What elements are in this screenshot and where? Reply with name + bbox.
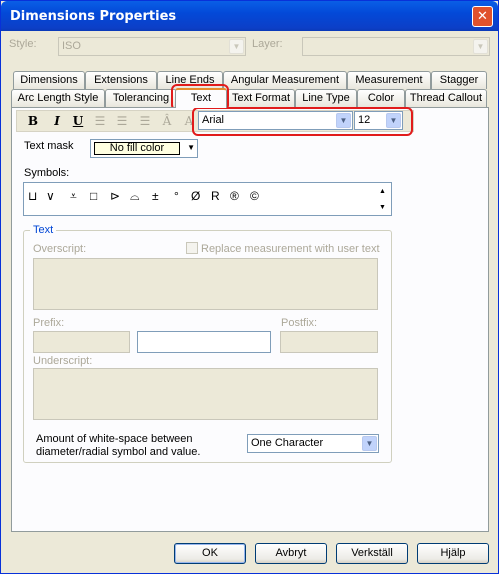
underscript-input[interactable] bbox=[33, 368, 378, 420]
text-mask-picker[interactable]: No fill color ▼ bbox=[90, 139, 198, 158]
whitespace-value: One Character bbox=[251, 437, 324, 449]
chevron-down-icon: ▼ bbox=[473, 39, 488, 54]
style-value: ISO bbox=[62, 40, 81, 52]
style-label: Style: bbox=[9, 38, 37, 50]
whitespace-label-2: diameter/radial symbol and value. bbox=[36, 446, 201, 458]
prefix-label: Prefix: bbox=[33, 317, 65, 329]
title-bar[interactable]: Dimensions Properties ✕ bbox=[1, 1, 498, 31]
symbol-item[interactable]: ⌓ bbox=[130, 189, 140, 204]
tab-line-type[interactable]: Line Type bbox=[295, 89, 357, 107]
replace-checkbox[interactable] bbox=[186, 242, 198, 254]
help-button[interactable]: Hjälp bbox=[417, 543, 489, 564]
align-center-icon[interactable]: ☰ bbox=[114, 113, 130, 129]
close-button[interactable]: ✕ bbox=[472, 6, 493, 27]
tab-stagger[interactable]: Stagger bbox=[431, 71, 487, 89]
symbol-item[interactable]: R bbox=[211, 189, 220, 203]
symbols-label: Symbols: bbox=[24, 167, 70, 179]
tab-text-format[interactable]: Text Format bbox=[227, 89, 295, 107]
postfix-input[interactable] bbox=[280, 331, 378, 353]
symbol-item[interactable]: ∨ bbox=[46, 189, 55, 203]
replace-label: Replace measurement with user text bbox=[201, 243, 380, 255]
symbol-item[interactable]: ⊳ bbox=[110, 189, 120, 203]
underline-icon[interactable]: U bbox=[70, 113, 86, 129]
align-left-icon[interactable]: ☰ bbox=[92, 113, 108, 129]
text-size-icon[interactable]: Â bbox=[159, 113, 175, 129]
symbol-item[interactable]: □ bbox=[90, 189, 97, 203]
tab-dimensions[interactable]: Dimensions bbox=[13, 71, 85, 89]
layer-select[interactable]: ▼ bbox=[302, 37, 490, 56]
chevron-down-icon: ▼ bbox=[362, 436, 377, 451]
dialog-window: Dimensions Properties ✕ Style: ISO ▼ Lay… bbox=[0, 0, 499, 574]
symbol-item[interactable]: Ø bbox=[191, 189, 200, 203]
underscript-label: Underscript: bbox=[33, 355, 93, 367]
symbol-item[interactable]: ± bbox=[152, 189, 159, 203]
symbol-item[interactable]: ⊔ bbox=[28, 189, 37, 203]
ok-button[interactable]: OK bbox=[174, 543, 246, 564]
symbol-item[interactable]: © bbox=[250, 189, 259, 203]
bold-icon[interactable]: B bbox=[25, 113, 41, 129]
symbol-item[interactable]: ® bbox=[230, 189, 239, 203]
tab-arc-length-style[interactable]: Arc Length Style bbox=[11, 89, 105, 107]
align-right-icon[interactable]: ☰ bbox=[137, 113, 153, 129]
tab-color[interactable]: Color bbox=[357, 89, 405, 107]
symbols-list[interactable]: ⊔ ∨ ⩡ □ ⊳ ⌓ ± ° Ø R ® © ▲ ▼ bbox=[23, 182, 392, 216]
text-mask-value: No fill color bbox=[94, 142, 180, 155]
prefix-input[interactable] bbox=[33, 331, 130, 353]
style-select[interactable]: ISO ▼ bbox=[58, 37, 246, 56]
chevron-down-icon: ▼ bbox=[187, 143, 195, 152]
tab-thread-callout[interactable]: Thread Callout bbox=[405, 89, 487, 107]
symbol-item[interactable]: ° bbox=[174, 189, 179, 203]
font-highlight bbox=[192, 107, 413, 136]
tab-tolerancing[interactable]: Tolerancing bbox=[105, 89, 177, 107]
text-group-title: Text bbox=[30, 224, 57, 236]
scroll-down-icon[interactable]: ▼ bbox=[375, 200, 390, 215]
tab-extensions[interactable]: Extensions bbox=[85, 71, 157, 89]
layer-label: Layer: bbox=[252, 38, 283, 50]
cancel-button[interactable]: Avbryt bbox=[255, 543, 327, 564]
overscript-input[interactable] bbox=[33, 258, 378, 310]
scroll-up-icon[interactable]: ▲ bbox=[375, 184, 390, 199]
whitespace-label: Amount of white-space between bbox=[36, 433, 193, 445]
tab-angular-measurement[interactable]: Angular Measurement bbox=[223, 71, 347, 89]
italic-icon[interactable]: I bbox=[49, 113, 65, 129]
window-title: Dimensions Properties bbox=[10, 9, 177, 24]
tab-measurement[interactable]: Measurement bbox=[347, 71, 431, 89]
symbol-item[interactable]: ⩡ bbox=[70, 189, 77, 204]
whitespace-select[interactable]: One Character ▼ bbox=[247, 434, 379, 453]
tab-text[interactable]: Text bbox=[175, 88, 227, 108]
chevron-down-icon: ▼ bbox=[229, 39, 244, 54]
text-mask-label: Text mask bbox=[24, 140, 74, 152]
postfix-label: Postfix: bbox=[281, 317, 318, 329]
overscript-label: Overscript: bbox=[33, 243, 87, 255]
apply-button[interactable]: Verkställ bbox=[336, 543, 408, 564]
measurement-input[interactable] bbox=[137, 331, 271, 353]
